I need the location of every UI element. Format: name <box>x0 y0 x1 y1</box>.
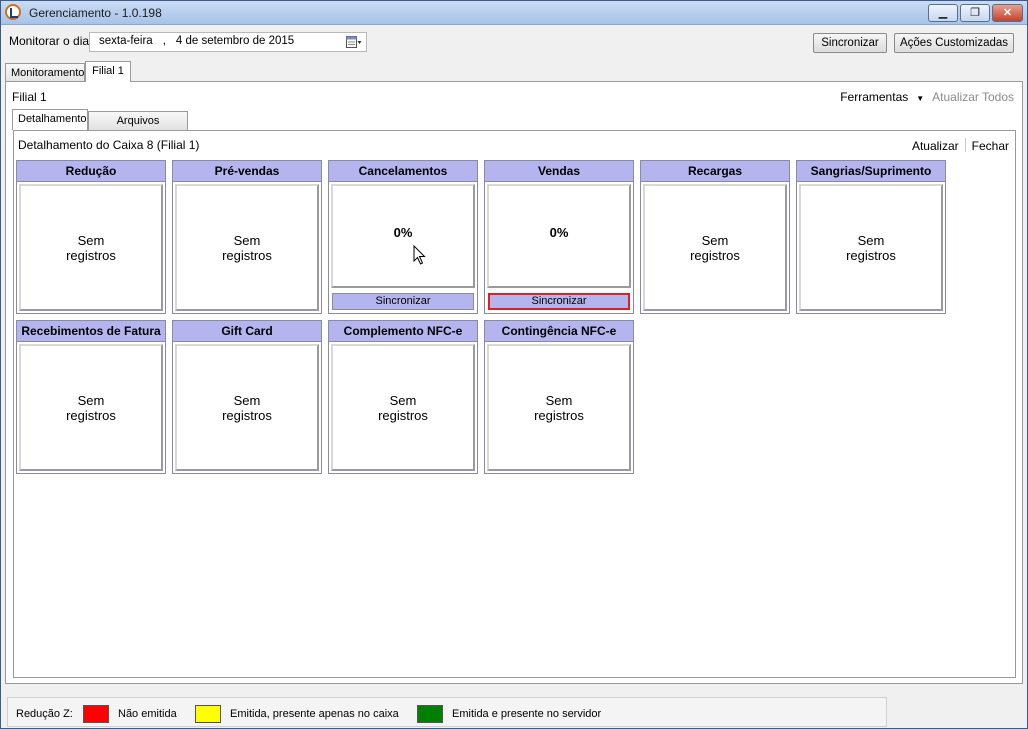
empty-text: registros <box>846 247 896 263</box>
tile-title: Sangrias/Suprimento <box>797 161 945 182</box>
panel-title: Filial 1 <box>12 90 47 104</box>
tile-title: Redução <box>17 161 165 182</box>
tile-title: Gift Card <box>173 321 321 342</box>
tab-monitoramento[interactable]: Monitoramento <box>5 63 85 82</box>
chevron-down-icon[interactable]: ▼ <box>916 94 924 103</box>
tile-title: Vendas <box>485 161 633 182</box>
tile-title: Pré-vendas <box>173 161 321 182</box>
empty-text: Sem <box>857 232 885 248</box>
tile-sangrias-suprimento: Sangrias/Suprimento Sem registros <box>796 160 946 314</box>
refresh-all-link[interactable]: Atualizar Todos <box>932 90 1014 104</box>
refresh-link[interactable]: Atualizar <box>912 139 959 153</box>
legend-swatch-red <box>83 705 109 723</box>
tile-reducao: Redução Sem registros <box>16 160 166 314</box>
main-window: Gerenciamento - 1.0.198 ▁ ❐ ✕ Monitorar … <box>0 0 1028 729</box>
tile-title: Complemento NFC-e <box>329 321 477 342</box>
legend-label-not-issued: Não emitida <box>118 708 177 720</box>
subtab-arquivos-rejeitados[interactable]: Arquivos rejeitados <box>88 111 188 145</box>
tile-pre-vendas: Pré-vendas Sem registros <box>172 160 322 314</box>
subtab-detalhamento[interactable]: Detalhamento <box>12 109 88 130</box>
app-logo-icon <box>5 4 21 20</box>
empty-text: registros <box>222 247 272 263</box>
tile-body: Sem registros <box>643 184 787 311</box>
date-weekday[interactable]: sexta-feira <box>99 35 153 47</box>
empty-text: Sem <box>701 232 729 248</box>
sync-button[interactable]: Sincronizar <box>813 33 887 53</box>
tile-recargas: Recargas Sem registros <box>640 160 790 314</box>
close-window-button[interactable]: ✕ <box>992 4 1023 22</box>
close-link[interactable]: Fechar <box>972 139 1009 153</box>
empty-text: registros <box>378 407 428 423</box>
empty-text: Sem <box>77 232 105 248</box>
tile-body: Sem registros <box>487 344 631 471</box>
empty-text: Sem <box>545 392 573 408</box>
percent-value: 0% <box>549 224 569 240</box>
empty-text: Sem <box>389 392 417 408</box>
tile-body: Sem registros <box>799 184 943 311</box>
tile-title: Recargas <box>641 161 789 182</box>
percent-value: 0% <box>393 224 413 240</box>
legend-swatch-yellow <box>195 705 221 723</box>
divider <box>964 138 966 152</box>
tile-recebimentos-fatura: Recebimentos de Fatura Sem registros <box>16 320 166 474</box>
detail-actions: Atualizar Fechar <box>912 138 1009 153</box>
tile-body: Sem registros <box>175 344 319 471</box>
reduction-legend: Redução Z: Não emitida Emitida, presente… <box>7 697 887 727</box>
tile-body: 0% <box>331 184 475 288</box>
tile-body: Sem registros <box>331 344 475 471</box>
tile-contingencia-nfce: Contingência NFC-e Sem registros <box>484 320 634 474</box>
empty-text: registros <box>66 407 116 423</box>
tile-vendas: Vendas 0% Sincronizar <box>484 160 634 314</box>
minimize-button[interactable]: ▁ <box>928 4 958 22</box>
tile-body: Sem registros <box>19 344 163 471</box>
empty-text: registros <box>222 407 272 423</box>
date-picker[interactable]: sexta-feira, 4 de setembro de 2015 <box>89 32 367 52</box>
tile-cancelamentos: Cancelamentos 0% Sincronizar <box>328 160 478 314</box>
window-title: Gerenciamento - 1.0.198 <box>29 6 162 20</box>
monitor-day-label: Monitorar o dia <box>9 34 90 48</box>
empty-text: Sem <box>233 392 261 408</box>
restore-button[interactable]: ❐ <box>960 4 990 22</box>
tools-menu[interactable]: Ferramentas <box>840 90 908 104</box>
tile-body: Sem registros <box>19 184 163 311</box>
tile-title: Recebimentos de Fatura <box>17 321 165 342</box>
date-separator: , <box>162 35 166 47</box>
empty-text: registros <box>534 407 584 423</box>
tile-title: Cancelamentos <box>329 161 477 182</box>
custom-actions-button[interactable]: Ações Customizadas <box>894 33 1014 53</box>
tile-title: Contingência NFC-e <box>485 321 633 342</box>
legend-swatch-green <box>417 705 443 723</box>
legend-label-issued-server: Emitida e presente no servidor <box>452 708 602 720</box>
empty-text: registros <box>66 247 116 263</box>
legend-label-issued-local: Emitida, presente apenas no caixa <box>230 708 399 720</box>
tile-body: Sem registros <box>175 184 319 311</box>
date-value[interactable]: 4 de setembro de 2015 <box>176 35 294 47</box>
tab-filial-1[interactable]: Filial 1 <box>85 61 131 82</box>
tile-complemento-nfce: Complemento NFC-e Sem registros <box>328 320 478 474</box>
legend-title: Redução Z: <box>16 708 73 720</box>
empty-text: Sem <box>77 392 105 408</box>
empty-text: registros <box>690 247 740 263</box>
mouse-pointer-icon <box>413 245 426 265</box>
empty-text: Sem <box>233 232 261 248</box>
detail-title: Detalhamento do Caixa 8 (Filial 1) <box>18 138 200 152</box>
title-bar[interactable]: Gerenciamento - 1.0.198 ▁ ❐ ✕ <box>1 1 1027 25</box>
tile-body: 0% <box>487 184 631 288</box>
calendar-dropdown-icon[interactable] <box>346 35 362 49</box>
vendas-sync-button[interactable]: Sincronizar <box>488 293 630 310</box>
panel-tools: Ferramentas ▼ Atualizar Todos <box>840 90 1014 104</box>
tile-gift-card: Gift Card Sem registros <box>172 320 322 474</box>
cancelamentos-sync-button[interactable]: Sincronizar <box>332 293 474 310</box>
